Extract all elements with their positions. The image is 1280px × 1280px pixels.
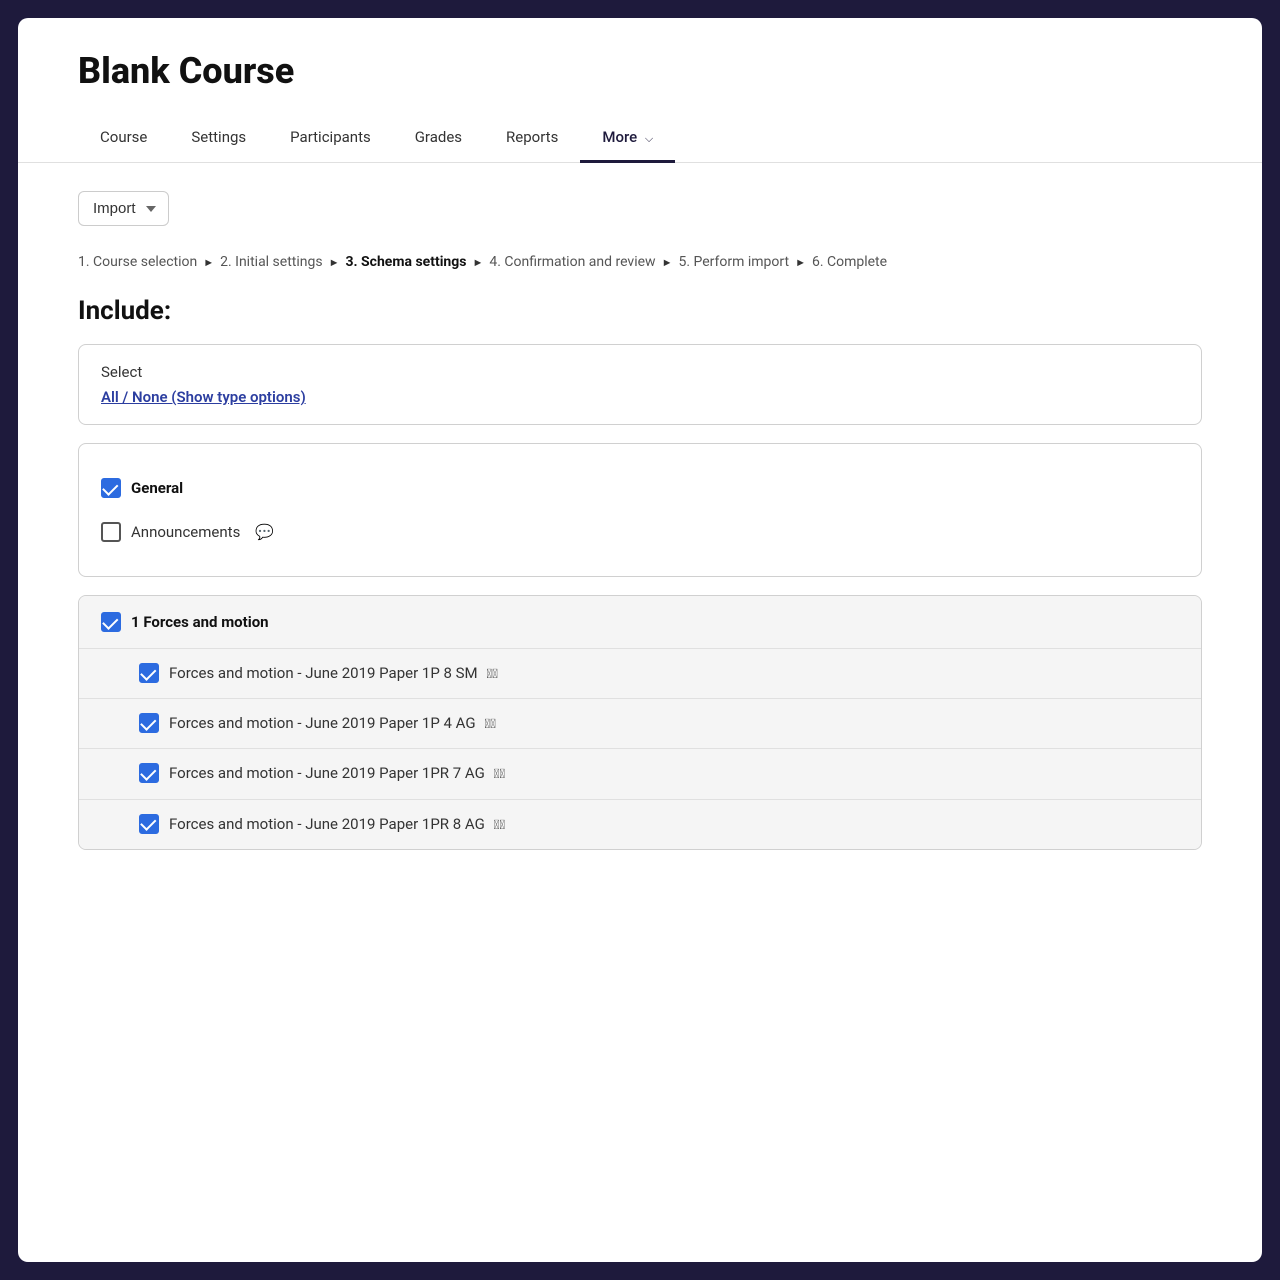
edit-icon-0: ✓⃞ [486,667,498,682]
tab-reports[interactable]: Reports [484,116,580,162]
edit-icon-1: ✓⃞ [484,717,496,732]
course-title: Blank Course [78,50,1202,92]
forces-section-checkbox[interactable] [101,612,121,632]
forces-section-header: 1 Forces and motion [79,596,1201,648]
sub-item-1-checkbox[interactable] [139,713,159,733]
import-select[interactable]: Import [78,191,169,226]
breadcrumb-step-1: 1. Course selection [78,254,197,270]
tab-settings-link[interactable]: Settings [169,116,268,163]
announcements-checkbox[interactable] [101,522,121,542]
tab-settings[interactable]: Settings [169,116,268,162]
sub-item-2-label: Forces and motion - June 2019 Paper 1PR … [169,763,505,784]
breadcrumb: 1. Course selection ► 2. Initial setting… [78,254,1202,270]
breadcrumb-arrow-4: ► [662,256,673,269]
breadcrumb-arrow-2: ► [329,256,340,269]
forces-section-label: 1 Forces and motion [131,613,269,631]
breadcrumb-arrow-3: ► [472,256,483,269]
breadcrumb-step-5: 5. Perform import [678,254,789,270]
general-section-card: General Announcements 💬 [78,443,1202,577]
tab-course[interactable]: Course [78,116,169,162]
content-area: Import 1. Course selection ► 2. Initial … [18,163,1262,908]
tab-course-link[interactable]: Course [78,116,169,163]
breadcrumb-step-6: 6. Complete [812,254,887,270]
sub-item-0: Forces and motion - June 2019 Paper 1P 8… [79,648,1201,698]
select-bar: Select All / None (Show type options) [79,345,1201,424]
breadcrumb-step-4: 4. Confirmation and review [489,254,655,270]
announcements-label: Announcements [131,523,240,541]
nav-tabs: Course Settings Participants Grades Repo… [78,116,1202,162]
breadcrumb-step-3: 3. Schema settings [345,254,466,270]
edit-icon-3: ✓⃞ [494,818,506,833]
forces-section-card: 1 Forces and motion Forces and motion - … [78,595,1202,850]
tab-grades-link[interactable]: Grades [393,116,484,163]
tab-more[interactable]: More ⌵ [580,116,675,162]
general-checkbox-group: General Announcements 💬 [79,444,1201,576]
sub-item-2-checkbox[interactable] [139,763,159,783]
tab-participants-link[interactable]: Participants [268,116,393,163]
main-container: Blank Course Course Settings Participant… [18,18,1262,1262]
breadcrumb-arrow-1: ► [203,256,214,269]
general-label: General [131,479,183,497]
announcements-checkbox-item: Announcements 💬 [101,510,1179,554]
tab-reports-link[interactable]: Reports [484,116,580,163]
sub-item-2: Forces and motion - June 2019 Paper 1PR … [79,748,1201,798]
import-selector: Import [78,191,1202,226]
header: Blank Course Course Settings Participant… [18,18,1262,163]
general-checkbox[interactable] [101,478,121,498]
breadcrumb-step-2: 2. Initial settings [220,254,322,270]
tab-participants[interactable]: Participants [268,116,393,162]
sub-item-0-label: Forces and motion - June 2019 Paper 1P 8… [169,663,498,684]
chevron-down-icon: ⌵ [645,132,653,145]
sub-item-0-checkbox[interactable] [139,663,159,683]
select-all-none-link[interactable]: All / None (Show type options) [101,388,306,406]
edit-icon-2: ✓⃞ [494,767,506,782]
tab-more-link[interactable]: More ⌵ [580,116,675,163]
select-card: Select All / None (Show type options) [78,344,1202,425]
sub-item-3-label: Forces and motion - June 2019 Paper 1PR … [169,814,505,835]
sub-item-1-label: Forces and motion - June 2019 Paper 1P 4… [169,713,496,734]
sub-item-3-checkbox[interactable] [139,814,159,834]
breadcrumb-arrow-5: ► [795,256,806,269]
sub-item-1: Forces and motion - June 2019 Paper 1P 4… [79,698,1201,748]
include-title: Include: [78,296,1202,326]
sub-item-3: Forces and motion - June 2019 Paper 1PR … [79,799,1201,849]
select-label: Select [101,363,1179,381]
message-icon: 💬 [255,523,274,541]
general-checkbox-item: General [101,466,1179,510]
tab-grades[interactable]: Grades [393,116,484,162]
